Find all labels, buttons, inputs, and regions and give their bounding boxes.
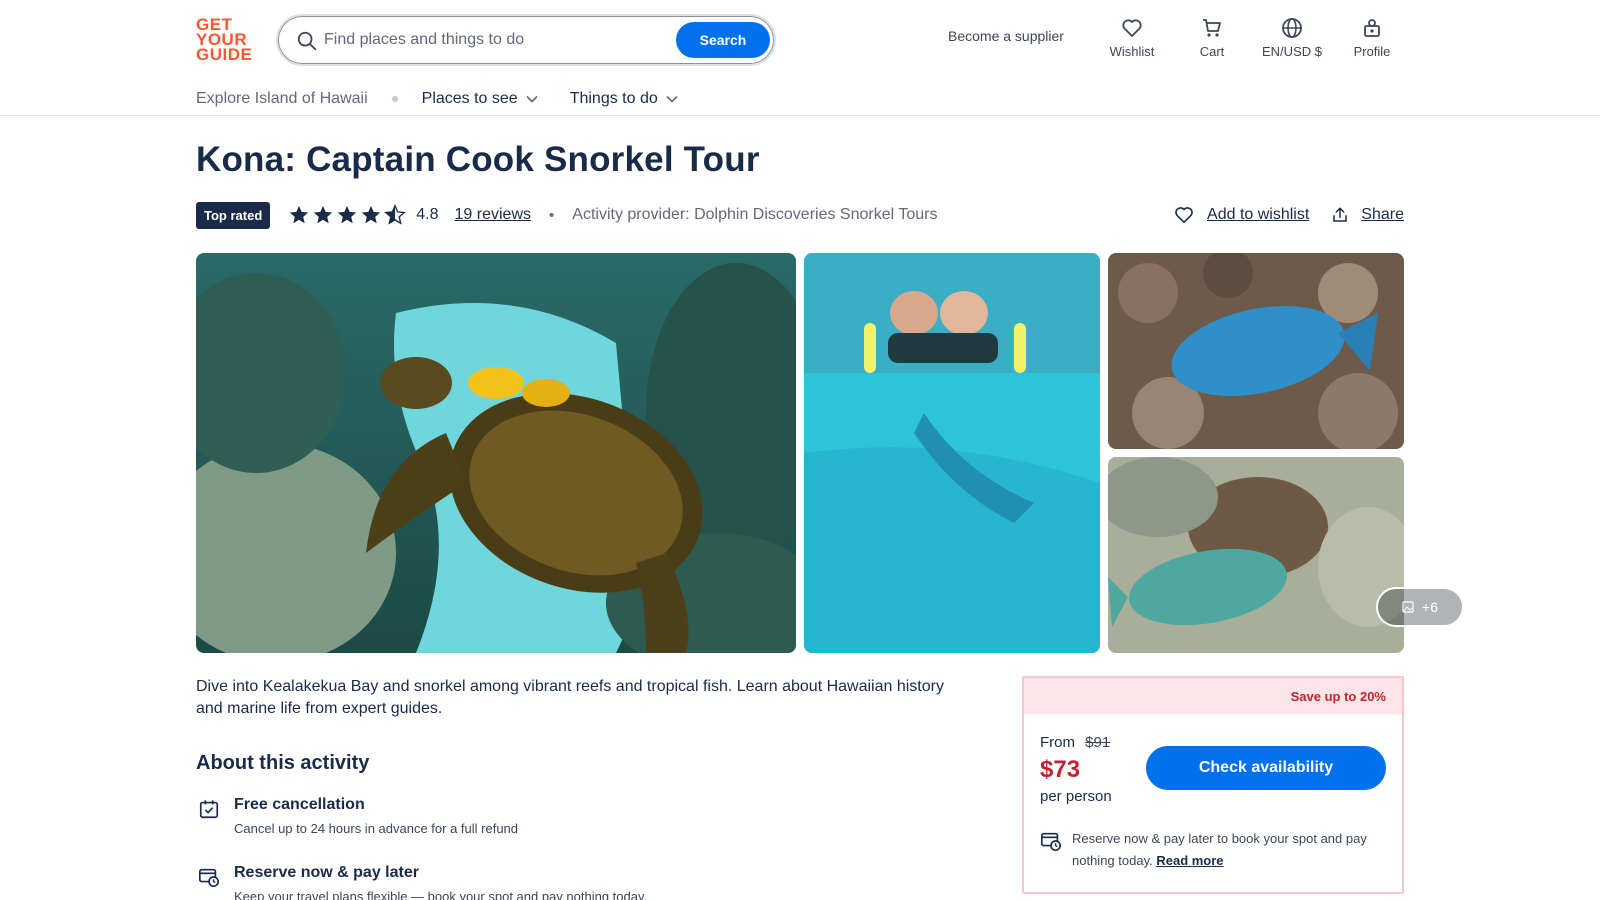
add-to-wishlist-label: Add to wishlist — [1207, 206, 1310, 223]
site-header: GET YOUR GUIDE Search Become a supplier … — [0, 0, 1600, 116]
read-more-link[interactable]: Read more — [1156, 853, 1223, 868]
meta-separator: • — [549, 206, 555, 224]
nav-wishlist-label: Wishlist — [1109, 44, 1155, 59]
gallery-photo-parrotfish[interactable] — [1108, 253, 1404, 449]
from-label: From — [1040, 734, 1075, 751]
feature-title: Free cancellation — [234, 796, 365, 813]
gallery-photo-reef-fish[interactable] — [1108, 457, 1404, 653]
dropdown-things-label: Things to do — [569, 90, 658, 107]
nav-profile[interactable]: Profile — [1332, 16, 1412, 59]
star-icon — [338, 205, 357, 224]
star-icon — [290, 205, 309, 224]
price-from: From $91 — [1040, 734, 1110, 751]
image-icon — [1402, 601, 1414, 613]
profile-icon — [1364, 19, 1380, 37]
search-bar: Search — [276, 14, 776, 66]
nav-language-label: EN/USD $ — [1262, 44, 1322, 59]
top-rated-badge: Top rated — [196, 201, 271, 229]
heart-icon — [1175, 207, 1193, 224]
star-rating — [288, 204, 408, 226]
nav-cart-label: Cart — [1199, 44, 1225, 59]
dropdown-places-label: Places to see — [421, 90, 518, 107]
feature-description: Cancel up to 24 hours in advance for a f… — [234, 821, 519, 836]
dropdown-things-to-do[interactable]: Things to do — [570, 90, 678, 108]
activity-description: Dive into Kealakekua Bay and snorkel amo… — [196, 678, 944, 717]
logo-line-3: GUIDE — [196, 45, 253, 64]
cart-icon — [1203, 19, 1221, 37]
activity-meta: Top rated 4.8 19 reviews • Activity prov… — [196, 200, 937, 230]
star-icon — [314, 205, 333, 224]
star-half-icon — [384, 204, 407, 225]
globe-icon — [1282, 18, 1302, 38]
rating-value: 4.8 — [416, 206, 439, 223]
photo-gallery: +6 — [196, 253, 1464, 653]
per-person-label: per person — [1040, 788, 1112, 805]
chevron-down-icon — [666, 95, 678, 103]
add-to-wishlist-button[interactable]: Add to wishlist — [1173, 204, 1309, 226]
current-price: $73 — [1040, 756, 1081, 783]
share-label: Share — [1361, 206, 1404, 223]
card-clock-icon — [199, 868, 219, 887]
card-clock-icon — [1041, 832, 1061, 851]
heart-icon — [1122, 19, 1142, 37]
calendar-check-icon — [199, 800, 219, 819]
more-photos-button[interactable]: +6 — [1376, 587, 1464, 627]
share-icon — [1333, 207, 1348, 222]
search-button[interactable]: Search — [676, 22, 770, 58]
booking-card: Save up to 20% From $91 $73 per person C… — [1022, 676, 1404, 894]
become-supplier-link[interactable]: Become a supplier — [948, 28, 1064, 44]
gallery-photo-snorkelers[interactable] — [804, 253, 1100, 653]
nav-language-currency[interactable]: EN/USD $ — [1252, 16, 1332, 59]
gallery-photo-turtle[interactable] — [196, 253, 796, 653]
reviews-link[interactable]: 19 reviews — [455, 206, 531, 224]
sub-navigation: Explore Island of Hawaii Places to see T… — [196, 86, 710, 112]
nav-profile-label: Profile — [1353, 44, 1391, 59]
nav-wishlist[interactable]: Wishlist — [1092, 16, 1172, 59]
about-activity-heading: About this activity — [196, 752, 370, 774]
original-price: $91 — [1085, 734, 1111, 751]
getyourguide-logo[interactable]: GET YOUR GUIDE — [196, 16, 256, 64]
activity-actions: Add to wishlist Share — [1151, 200, 1404, 230]
breadcrumb-separator — [391, 96, 398, 102]
share-button[interactable]: Share — [1331, 206, 1404, 224]
chevron-down-icon — [526, 95, 538, 103]
feature-title: Reserve now & pay later — [234, 864, 419, 881]
more-photos-count: +6 — [1422, 599, 1438, 615]
nav-cart[interactable]: Cart — [1172, 16, 1252, 59]
feature-description: Keep your travel plans flexible — book y… — [234, 889, 648, 900]
check-availability-button[interactable]: Check availability — [1146, 746, 1386, 790]
page-title: Kona: Captain Cook Snorkel Tour — [196, 140, 760, 179]
discount-banner: Save up to 20% — [1024, 678, 1402, 714]
star-icon — [362, 205, 381, 224]
breadcrumb-explore[interactable]: Explore Island of Hawaii — [196, 90, 368, 108]
search-icon — [297, 31, 317, 51]
save-label: Save up to 20% — [1290, 688, 1386, 704]
reserve-info: Reserve now & pay later to book your spo… — [1072, 828, 1390, 872]
search-input[interactable] — [324, 24, 664, 56]
activity-provider[interactable]: Activity provider: Dolphin Discoveries S… — [572, 206, 937, 224]
dropdown-places-to-see[interactable]: Places to see — [422, 90, 538, 108]
